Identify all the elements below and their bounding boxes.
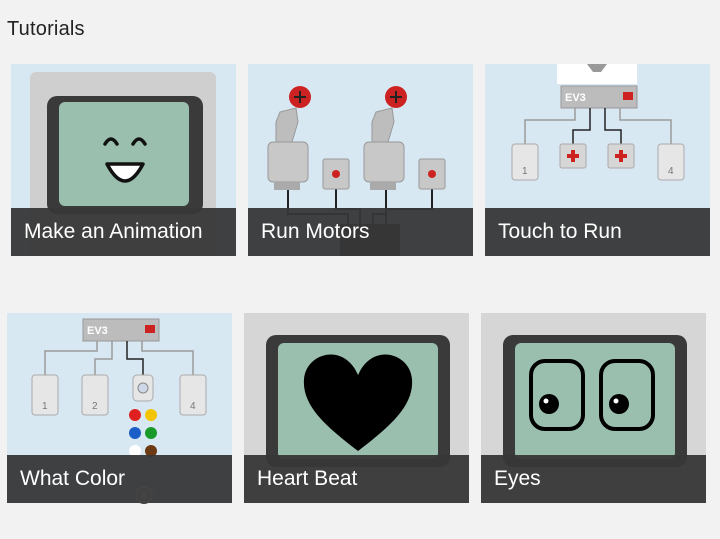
tutorial-card-touch-to-run[interactable]: EV3 1 4 Touch to Run: [485, 64, 710, 256]
tutorial-card-heart-beat[interactable]: Heart Beat: [244, 313, 469, 503]
card-caption: Heart Beat: [244, 455, 469, 503]
tutorial-card-run-motors[interactable]: Run Motors: [248, 64, 473, 256]
svg-text:1: 1: [522, 166, 528, 177]
tutorial-card-what-color[interactable]: EV3 1 2 4 What Color: [7, 313, 232, 503]
svg-text:EV3: EV3: [565, 92, 586, 104]
svg-text:2: 2: [92, 401, 98, 412]
svg-text:4: 4: [190, 401, 196, 412]
card-caption: Eyes: [481, 455, 706, 503]
tutorial-card-eyes[interactable]: Eyes: [481, 313, 706, 503]
svg-text:4: 4: [668, 166, 674, 177]
close-icon: [135, 486, 153, 504]
svg-text:EV3: EV3: [87, 325, 108, 337]
svg-text:1: 1: [42, 401, 48, 412]
card-caption: What Color: [7, 455, 232, 503]
tutorial-card-make-an-animation[interactable]: Make an Animation: [11, 64, 236, 256]
card-caption: Make an Animation: [11, 208, 236, 256]
card-caption: Touch to Run: [485, 208, 710, 256]
page-title: Tutorials: [7, 18, 85, 40]
card-caption: Run Motors: [248, 208, 473, 256]
